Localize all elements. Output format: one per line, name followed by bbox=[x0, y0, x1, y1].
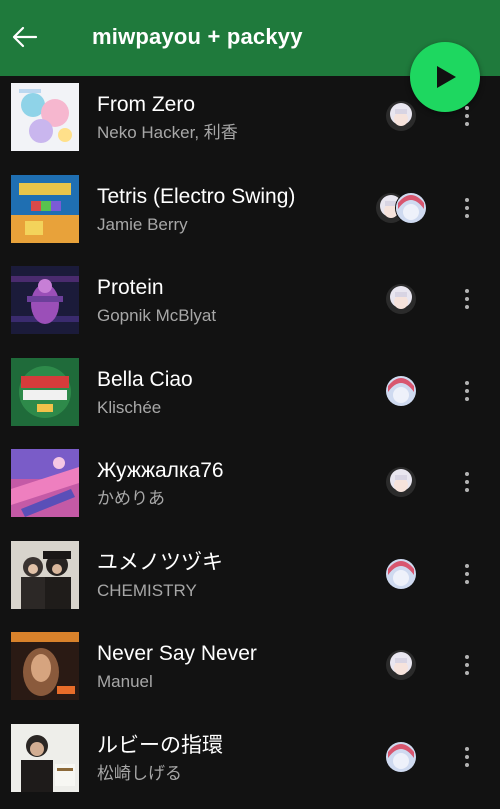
track-row[interactable]: From Zero Neko Hacker, 利香 bbox=[0, 76, 500, 168]
more-options-icon[interactable] bbox=[455, 377, 479, 405]
album-art bbox=[11, 83, 79, 151]
arrow-left-icon[interactable] bbox=[10, 22, 40, 52]
track-title: ユメノツヅキ bbox=[97, 550, 223, 574]
white-hair-avatar bbox=[385, 649, 417, 681]
track-artist: 松崎しげる bbox=[97, 763, 182, 783]
white-hair-avatar bbox=[385, 283, 417, 315]
more-options-icon[interactable] bbox=[455, 468, 479, 496]
track-row[interactable]: Tetris (Electro Swing) Jamie Berry bbox=[0, 168, 500, 260]
more-options-icon[interactable] bbox=[455, 194, 479, 222]
track-title: Never Say Never bbox=[97, 642, 257, 665]
track-artist: Manuel bbox=[97, 672, 153, 691]
track-title: Жужжалка76 bbox=[97, 459, 224, 482]
track-artist: Klischée bbox=[97, 397, 162, 417]
track-artist: CHEMISTRY bbox=[97, 580, 197, 600]
track-artist: Jamie Berry bbox=[97, 214, 188, 234]
white-hair-avatar bbox=[385, 466, 417, 498]
album-art bbox=[11, 723, 79, 792]
pink-hair-avatar bbox=[385, 557, 417, 590]
track-row[interactable]: Protein Gopnik McBlyat bbox=[0, 259, 500, 351]
track-row[interactable]: ルビーの指環 松崎しげる bbox=[0, 717, 500, 809]
more-options-icon[interactable] bbox=[455, 285, 479, 313]
track-title: Bella Ciao bbox=[97, 367, 193, 391]
track-title: ルビーの指環 bbox=[97, 733, 223, 757]
album-art bbox=[11, 632, 79, 700]
more-options-icon[interactable] bbox=[455, 102, 479, 130]
pink-hair-avatar bbox=[395, 191, 427, 224]
track-title: From Zero bbox=[97, 93, 196, 116]
pink-hair-avatar bbox=[385, 740, 417, 773]
playlist-title: miwpayou + packyy bbox=[92, 24, 303, 49]
track-row[interactable]: ユメノツヅキ CHEMISTRY bbox=[0, 534, 500, 626]
more-options-icon[interactable] bbox=[455, 651, 479, 679]
album-art bbox=[11, 449, 79, 517]
white-hair-avatar bbox=[385, 100, 417, 132]
album-art bbox=[11, 266, 79, 334]
album-art bbox=[11, 357, 79, 426]
track-artist: Gopnik McBlyat bbox=[97, 306, 217, 325]
track-row[interactable]: Bella Ciao Klischée bbox=[0, 351, 500, 443]
track-artist: かめりあ bbox=[97, 489, 165, 508]
track-row[interactable]: Жужжалка76 かめりあ bbox=[0, 442, 500, 534]
track-title: Tetris (Electro Swing) bbox=[97, 184, 296, 208]
album-art bbox=[11, 174, 79, 243]
track-list: From Zero Neko Hacker, 利香 Tetris (Electr… bbox=[0, 76, 500, 808]
album-art bbox=[11, 540, 79, 609]
track-title: Protein bbox=[97, 276, 164, 299]
more-options-icon[interactable] bbox=[455, 560, 479, 588]
more-options-icon[interactable] bbox=[455, 743, 479, 771]
track-artist: Neko Hacker, 利香 bbox=[97, 123, 238, 142]
track-row[interactable]: Never Say Never Manuel bbox=[0, 625, 500, 717]
pink-hair-avatar bbox=[385, 374, 417, 407]
